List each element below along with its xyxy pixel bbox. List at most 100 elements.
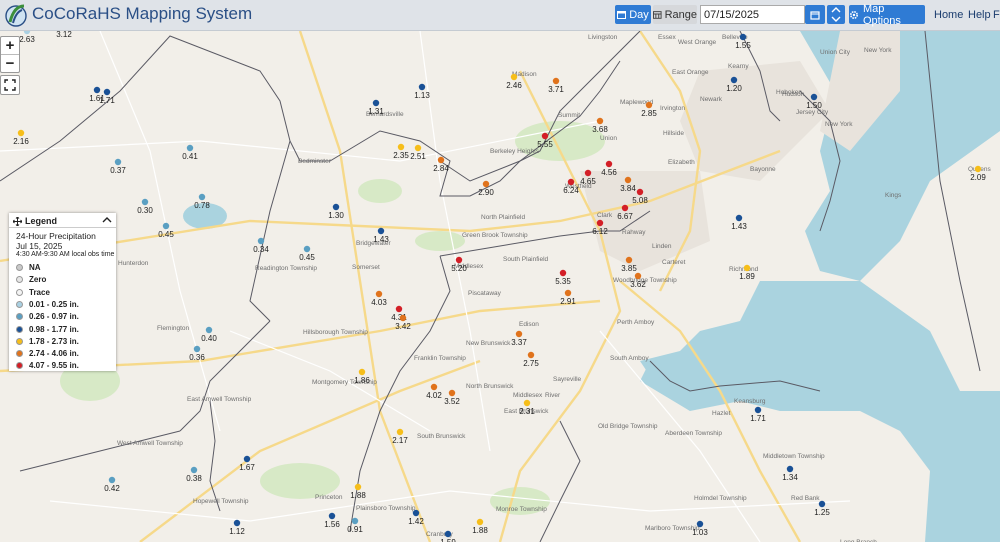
chevron-up-icon[interactable]	[102, 216, 112, 224]
station-dot[interactable]	[17, 129, 25, 137]
place-label: Monroe Township	[496, 506, 547, 513]
station-dot[interactable]	[375, 290, 383, 298]
station-dot[interactable]	[233, 519, 241, 527]
station-dot[interactable]	[437, 156, 445, 164]
station-dot[interactable]	[351, 517, 359, 525]
station-dot[interactable]	[596, 117, 604, 125]
station-dot[interactable]	[624, 176, 632, 184]
station-dot[interactable]	[482, 180, 490, 188]
station-dot[interactable]	[523, 399, 531, 407]
station-dot[interactable]	[332, 203, 340, 211]
chevron-up-icon[interactable]	[827, 5, 845, 14]
station-dot[interactable]	[696, 520, 704, 528]
station-dot[interactable]	[114, 158, 122, 166]
station-dot[interactable]	[93, 86, 101, 94]
station-dot[interactable]	[584, 169, 592, 177]
station-marker[interactable]: 3.12	[56, 31, 72, 39]
station-dot[interactable]	[735, 214, 743, 222]
station-dot[interactable]	[636, 188, 644, 196]
legend-swatch	[16, 313, 23, 321]
place-label: East Orange	[672, 69, 709, 76]
station-dot[interactable]	[605, 160, 613, 168]
station-dot[interactable]	[186, 144, 194, 152]
station-dot[interactable]	[448, 389, 456, 397]
station-dot[interactable]	[399, 314, 407, 322]
station-dot[interactable]	[372, 99, 380, 107]
station-dot[interactable]	[303, 245, 311, 253]
station-dot[interactable]	[397, 143, 405, 151]
range-button[interactable]: Range	[653, 5, 697, 24]
map-canvas[interactable]: Essex Livingston West Orange Belleville East…	[0, 31, 1000, 542]
station-dot[interactable]	[243, 455, 251, 463]
station-dot[interactable]	[730, 76, 738, 84]
station-dot[interactable]	[141, 198, 149, 206]
station-dot[interactable]	[455, 256, 463, 264]
cocorahs-logo-icon[interactable]	[4, 2, 28, 28]
station-dot[interactable]	[621, 204, 629, 212]
station-dot[interactable]	[567, 178, 575, 186]
station-value: 1.56	[324, 520, 340, 529]
station-dot[interactable]	[190, 466, 198, 474]
day-button[interactable]: Day	[615, 5, 651, 24]
station-dot[interactable]	[786, 465, 794, 473]
date-input[interactable]	[700, 5, 805, 24]
station-dot[interactable]	[645, 101, 653, 109]
station-dot[interactable]	[444, 530, 452, 538]
station-dot[interactable]	[754, 406, 762, 414]
station-dot[interactable]	[103, 88, 111, 96]
fullscreen-button[interactable]	[0, 75, 20, 95]
station-dot[interactable]	[739, 33, 747, 41]
date-picker-button[interactable]	[805, 5, 825, 24]
station-dot[interactable]	[476, 518, 484, 526]
station-dot[interactable]	[510, 73, 518, 81]
station-dot[interactable]	[396, 428, 404, 436]
station-dot[interactable]	[564, 289, 572, 297]
station-dot[interactable]	[559, 269, 567, 277]
place-label: South Plainfield	[503, 256, 549, 263]
station-value: 0.45	[299, 253, 315, 262]
calendar-icon	[617, 11, 627, 19]
station-dot[interactable]	[108, 476, 116, 484]
zoom-out-button[interactable]: −	[1, 54, 19, 72]
station-dot[interactable]	[515, 330, 523, 338]
station-dot[interactable]	[395, 305, 403, 313]
station-dot[interactable]	[358, 368, 366, 376]
station-dot[interactable]	[198, 193, 206, 201]
date-stepper[interactable]	[827, 5, 845, 24]
station-dot[interactable]	[430, 383, 438, 391]
station-dot[interactable]	[414, 144, 422, 152]
station-value: 1.86	[354, 376, 370, 385]
station-dot[interactable]	[818, 500, 826, 508]
station-dot[interactable]	[328, 512, 336, 520]
station-dot[interactable]	[596, 219, 604, 227]
nav-more[interactable]: Fe	[993, 9, 1000, 21]
station-dot[interactable]	[743, 264, 751, 272]
move-icon[interactable]	[13, 216, 22, 226]
station-dot[interactable]	[527, 351, 535, 359]
station-dot[interactable]	[810, 93, 818, 101]
station-dot[interactable]	[418, 83, 426, 91]
station-dot[interactable]	[552, 77, 560, 85]
station-dot[interactable]	[541, 132, 549, 140]
station-dot[interactable]	[205, 326, 213, 334]
legend-header[interactable]: Legend	[13, 216, 57, 226]
nav-home[interactable]: Home	[934, 9, 963, 21]
legend-item: Trace	[16, 288, 50, 297]
station-dot[interactable]	[193, 345, 201, 353]
place-label: Elizabeth	[668, 159, 695, 166]
station-dot[interactable]	[412, 509, 420, 517]
station-dot[interactable]	[162, 222, 170, 230]
station-dot[interactable]	[354, 483, 362, 491]
station-value: 1.13	[414, 91, 430, 100]
zoom-in-button[interactable]: +	[1, 37, 19, 54]
chevron-down-icon[interactable]	[827, 15, 845, 24]
map-options-button[interactable]: Map Options	[849, 2, 925, 27]
station-dot[interactable]	[257, 237, 265, 245]
station-dot[interactable]	[377, 227, 385, 235]
precipitation-map[interactable]: EssexLivingstonWest OrangeBellevilleEast…	[0, 31, 1000, 542]
station-dot[interactable]	[974, 165, 982, 173]
station-dot[interactable]	[634, 272, 642, 280]
station-dot[interactable]	[625, 256, 633, 264]
map-options-label: Map Options	[862, 2, 901, 27]
nav-help[interactable]: Help	[968, 9, 991, 21]
